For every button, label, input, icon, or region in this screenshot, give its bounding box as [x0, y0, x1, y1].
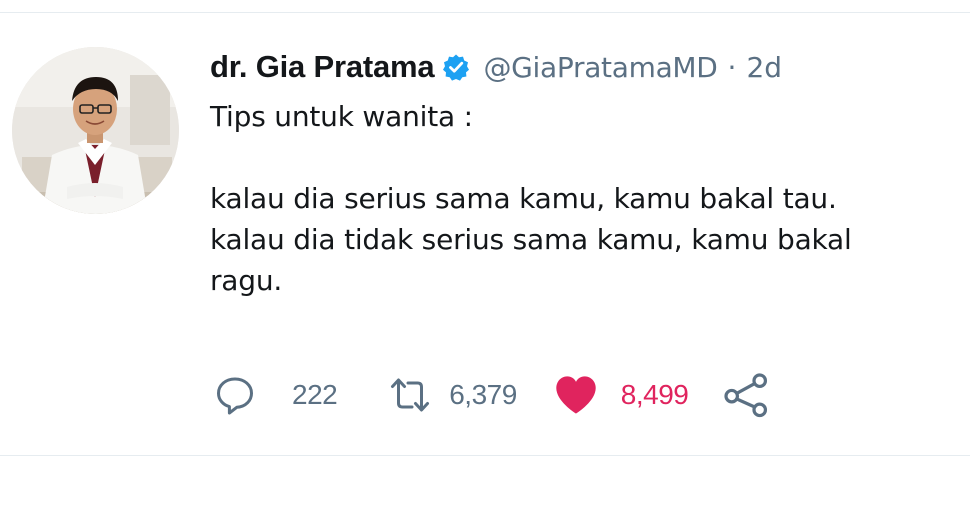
reply-count: 222	[292, 379, 338, 410]
share-button[interactable]	[722, 371, 770, 419]
reply-button[interactable]: 222	[214, 374, 338, 416]
tweet-actions: 222 6,379 8,499	[214, 370, 770, 420]
share-icon	[724, 373, 768, 418]
retweet-count: 6,379	[449, 379, 517, 410]
tweet-text-line: kalau dia tidak serius sama kamu, kamu b…	[210, 223, 852, 256]
reply-icon	[217, 377, 253, 415]
tweet[interactable]: dr. Gia Pratama @GiaPratamaMD · 2d Tips …	[0, 0, 970, 506]
divider	[0, 12, 970, 13]
user-handle[interactable]: @GiaPratamaMD	[483, 51, 717, 84]
heart-icon	[556, 376, 596, 414]
tweet-body: dr. Gia Pratama @GiaPratamaMD · 2d Tips …	[210, 40, 965, 301]
like-button[interactable]: 8,499	[553, 372, 689, 418]
retweet-button[interactable]: 6,379	[389, 374, 517, 416]
verified-badge-icon	[442, 53, 470, 81]
tweet-text-line	[210, 137, 965, 178]
display-name[interactable]: dr. Gia Pratama	[210, 49, 435, 85]
avatar[interactable]	[12, 47, 179, 214]
tweet-text: Tips untuk wanita : kalau dia serius sam…	[210, 96, 965, 301]
timestamp[interactable]: 2d	[746, 51, 782, 84]
tweet-text-line: kalau dia serius sama kamu, kamu bakal t…	[210, 182, 837, 215]
tweet-text-line: Tips untuk wanita :	[210, 100, 473, 133]
tweet-text-line: ragu.	[210, 264, 283, 297]
tweet-header: dr. Gia Pratama @GiaPratamaMD · 2d	[210, 40, 965, 94]
like-count: 8,499	[620, 379, 689, 410]
divider	[0, 455, 970, 456]
retweet-icon	[391, 378, 430, 412]
separator-dot: ·	[727, 50, 737, 84]
